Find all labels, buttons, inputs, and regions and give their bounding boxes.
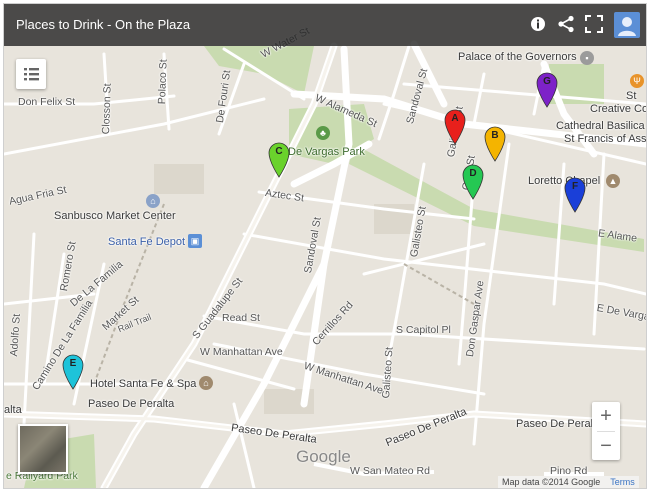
person-icon bbox=[618, 17, 636, 36]
marker-label: F bbox=[571, 181, 579, 192]
shopping-icon: ⌂ bbox=[146, 194, 160, 208]
landmark-icon: ▲ bbox=[606, 174, 620, 188]
place-label: Santa Fe Depot bbox=[108, 236, 186, 248]
place-label: St Francis of Assi bbox=[564, 133, 647, 145]
zoom-control: + − bbox=[592, 402, 620, 460]
street-label: Polaco St bbox=[156, 59, 170, 105]
marker-label: B bbox=[491, 130, 499, 141]
street-label: Read St bbox=[222, 312, 260, 324]
legend-toggle-button[interactable] bbox=[16, 59, 46, 89]
marker-label: G bbox=[543, 76, 551, 87]
street-label: Paseo De Peralta bbox=[516, 418, 603, 430]
list-icon bbox=[24, 68, 39, 81]
train-station-icon: ▣ bbox=[188, 234, 202, 248]
marker-label: E bbox=[69, 358, 77, 369]
street-label: W San Mateo Rd bbox=[350, 465, 430, 477]
terms-link[interactable]: Terms bbox=[610, 477, 635, 487]
share-icon[interactable] bbox=[556, 14, 576, 34]
street-label: Don Felix St bbox=[18, 96, 76, 108]
marker-e[interactable]: E bbox=[62, 354, 84, 390]
street-label: W Manhattan Ave bbox=[200, 346, 283, 358]
satellite-view-toggle[interactable] bbox=[18, 424, 68, 474]
marker-label: A bbox=[451, 113, 459, 124]
landmark-icon: ▪ bbox=[580, 51, 594, 65]
street-label: alta bbox=[4, 404, 22, 416]
street-label: Paseo De Peralta bbox=[88, 398, 175, 410]
place-label: Cathedral Basilica bbox=[556, 120, 645, 132]
zoom-in-button[interactable]: + bbox=[592, 402, 620, 430]
place-label: Sanbusco Market Center bbox=[54, 210, 176, 222]
marker-g[interactable]: G bbox=[536, 72, 558, 108]
hotel-icon: ⌂ bbox=[199, 376, 213, 390]
marker-b[interactable]: B bbox=[484, 126, 506, 162]
place-label: Palace of the Governors bbox=[458, 51, 577, 63]
google-logo: Google bbox=[296, 447, 351, 466]
fullscreen-icon[interactable] bbox=[584, 14, 604, 34]
map-attribution: Map data ©2014 Google Terms bbox=[498, 476, 639, 488]
map-header: Places to Drink - On the Plaza bbox=[4, 4, 646, 46]
street-label: S Capitol Pl bbox=[396, 324, 451, 336]
map-data-credit: Map data ©2014 Google bbox=[502, 477, 601, 487]
marker-d[interactable]: D bbox=[462, 164, 484, 200]
place-label: Creative Cook bbox=[590, 103, 647, 115]
marker-label: D bbox=[469, 168, 477, 179]
info-icon[interactable] bbox=[528, 14, 548, 34]
marker-c[interactable]: C bbox=[268, 142, 290, 178]
account-avatar[interactable] bbox=[614, 12, 640, 38]
street-label: Closson St bbox=[100, 83, 114, 135]
marker-a[interactable]: A bbox=[444, 109, 466, 145]
marker-f[interactable]: F bbox=[564, 177, 586, 213]
park-tree-icon: ♣ bbox=[316, 126, 330, 140]
map-title: Places to Drink - On the Plaza bbox=[16, 17, 191, 32]
restaurant-icon: Ψ bbox=[630, 74, 644, 88]
place-label: St bbox=[626, 90, 637, 102]
map-frame[interactable]: W Water St W Alameda St E Alame Don Feli… bbox=[3, 3, 647, 489]
marker-label: C bbox=[275, 146, 283, 157]
zoom-out-button[interactable]: − bbox=[592, 432, 620, 460]
place-label: De Vargas Park bbox=[288, 146, 365, 158]
place-label: Hotel Santa Fe & Spa bbox=[90, 378, 197, 390]
